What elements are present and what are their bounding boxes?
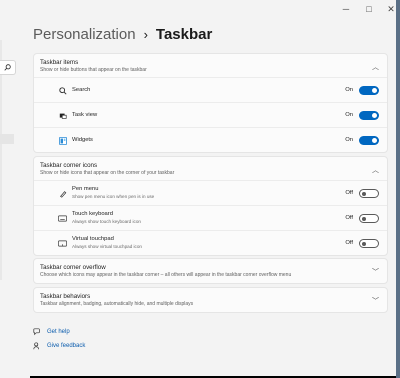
section-title: Taskbar corner overflow <box>40 264 106 271</box>
search-toggle[interactable] <box>359 86 379 95</box>
give-feedback-link[interactable]: Give feedback <box>33 342 85 350</box>
section-title: Taskbar items <box>40 59 79 66</box>
setting-description: Always show virtual touchpad icon <box>72 243 142 249</box>
help-icon <box>33 328 41 336</box>
chevron-down-icon[interactable]: ﹀ <box>372 296 379 306</box>
toggle-state: Off <box>345 240 353 246</box>
toggle-state: On <box>345 87 353 93</box>
widgets-icon <box>58 136 67 145</box>
section-title: Taskbar behaviors <box>40 293 91 300</box>
nav-pane <box>0 0 18 378</box>
taskbar-items-header[interactable]: Taskbar items Show or hide buttons that … <box>34 54 387 77</box>
setting-description: Show pen menu icon when pen is in use <box>72 193 155 199</box>
corner-icons-section: Taskbar corner icons Show or hide icons … <box>33 156 388 256</box>
section-subtitle: Show or hide icons that appear on the co… <box>40 170 175 176</box>
maximize-button[interactable]: □ <box>362 3 376 15</box>
toggle-state: Off <box>345 215 353 221</box>
touchpad-icon <box>58 239 67 248</box>
toggle-state: Off <box>345 190 353 196</box>
window-edge <box>396 0 400 378</box>
get-help-link[interactable]: Get help <box>33 328 70 336</box>
toggle-state: On <box>345 137 353 143</box>
setting-row-search: Search On <box>34 77 387 102</box>
feedback-icon <box>33 342 41 350</box>
breadcrumb-separator-icon: › <box>143 27 148 42</box>
minimize-icon: ─ <box>342 4 350 14</box>
task-view-icon <box>58 111 67 120</box>
breadcrumb-parent[interactable]: Personalization <box>33 26 136 43</box>
setting-row-touch-keyboard: Touch keyboard Always show touch keyboar… <box>34 205 387 230</box>
chevron-up-icon[interactable]: ︿ <box>372 165 379 175</box>
setting-row-task-view: Task view On <box>34 102 387 127</box>
taskbar-items-section: Taskbar items Show or hide buttons that … <box>33 53 388 153</box>
setting-label: Search <box>72 87 91 93</box>
corner-overflow-section[interactable]: Taskbar corner overflow Choose which ico… <box>33 258 388 284</box>
search-icon <box>58 86 67 95</box>
setting-label: Touch keyboard <box>72 211 113 217</box>
maximize-icon: □ <box>366 4 372 14</box>
virtual-touchpad-toggle[interactable] <box>359 239 379 248</box>
widgets-toggle[interactable] <box>359 136 379 145</box>
give-feedback-label[interactable]: Give feedback <box>47 343 85 349</box>
touch-keyboard-toggle[interactable] <box>359 214 379 223</box>
behaviors-section[interactable]: Taskbar behaviors Taskbar alignment, bad… <box>33 287 388 313</box>
search-icon <box>4 64 11 71</box>
keyboard-icon <box>58 214 67 223</box>
get-help-label[interactable]: Get help <box>47 329 70 335</box>
corner-icons-header[interactable]: Taskbar corner icons Show or hide icons … <box>34 157 387 180</box>
section-title: Taskbar corner icons <box>40 162 98 169</box>
setting-label: Virtual touchpad <box>72 236 114 242</box>
chevron-down-icon[interactable]: ﹀ <box>372 267 379 277</box>
section-subtitle: Choose which icons may appear in the tas… <box>40 272 292 278</box>
breadcrumb: Personalization › Taskbar <box>33 26 212 43</box>
title-bar: ─ □ ✕ <box>0 0 400 18</box>
page-title: Taskbar <box>155 26 213 43</box>
search-input[interactable] <box>0 60 16 75</box>
setting-label: Widgets <box>72 137 93 143</box>
corner-overflow-header[interactable]: Taskbar corner overflow Choose which ico… <box>34 259 387 282</box>
close-icon: ✕ <box>387 3 395 14</box>
pen-icon <box>58 189 67 198</box>
setting-row-widgets: Widgets On <box>34 127 387 152</box>
section-subtitle: Taskbar alignment, badging, automaticall… <box>40 301 194 307</box>
section-subtitle: Show or hide buttons that appear on the … <box>40 67 147 73</box>
setting-row-pen-menu: Pen menu Show pen menu icon when pen is … <box>34 180 387 205</box>
behaviors-header[interactable]: Taskbar behaviors Taskbar alignment, bad… <box>34 288 387 311</box>
pen-menu-toggle[interactable] <box>359 189 379 198</box>
nav-selected-item[interactable] <box>0 134 14 144</box>
minimize-button[interactable]: ─ <box>339 3 353 15</box>
toggle-state: On <box>345 112 353 118</box>
setting-description: Always show touch keyboard icon <box>72 218 141 224</box>
setting-label: Task view <box>72 112 98 118</box>
setting-label: Pen menu <box>72 186 99 192</box>
chevron-up-icon[interactable]: ︿ <box>372 62 379 72</box>
nav-divider <box>0 40 2 280</box>
task-view-toggle[interactable] <box>359 111 379 120</box>
setting-row-virtual-touchpad: Virtual touchpad Always show virtual tou… <box>34 230 387 255</box>
